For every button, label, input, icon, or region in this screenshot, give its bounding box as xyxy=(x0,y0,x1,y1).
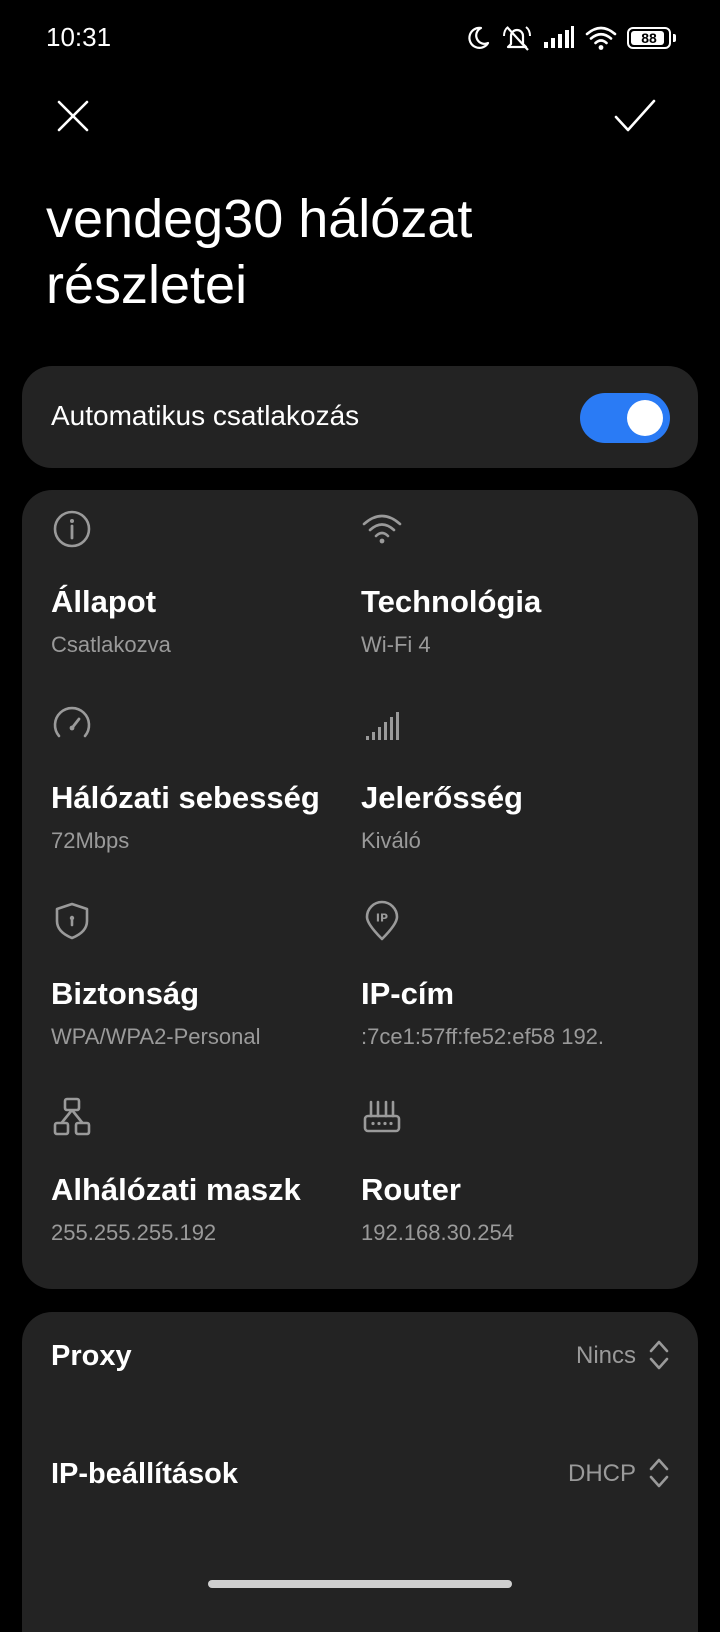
detail-value: WPA/WPA2-Personal xyxy=(51,1024,261,1049)
shield-icon xyxy=(51,900,93,942)
detail-label: Router xyxy=(361,1172,461,1207)
battery-icon: 88 xyxy=(627,27,671,49)
detail-value: 72Mbps xyxy=(51,828,130,853)
detail-label: Alhálózati maszk xyxy=(51,1172,301,1207)
check-icon xyxy=(614,99,656,138)
detail-value: Wi-Fi 4 xyxy=(361,632,431,657)
page-title: vendeg30 hálózat részletei xyxy=(46,189,473,315)
ip-settings-label: IP-beállítások xyxy=(51,1458,238,1490)
info-icon xyxy=(51,508,93,550)
proxy-value: Nincs xyxy=(575,1342,636,1369)
chevron-updown-icon xyxy=(648,1338,670,1372)
network-details-card: Állapot Csatlakozva Technológia Wi-Fi 4 … xyxy=(22,490,698,1289)
detail-label: Jelerősség xyxy=(361,780,523,815)
detail-value: Csatlakozva xyxy=(51,632,171,657)
network-tree-icon xyxy=(51,1096,93,1138)
battery-nub xyxy=(673,34,676,42)
close-button[interactable] xyxy=(50,95,96,141)
confirm-button[interactable] xyxy=(610,95,660,141)
speedometer-icon xyxy=(51,704,93,746)
wifi-icon xyxy=(585,25,617,51)
proxy-setting[interactable]: Proxy Nincs xyxy=(22,1310,698,1410)
proxy-label: Proxy xyxy=(51,1340,132,1372)
silent-icon xyxy=(501,24,533,52)
signal-strength-icon xyxy=(361,704,403,746)
auto-connect-toggle[interactable] xyxy=(580,393,670,443)
home-indicator[interactable] xyxy=(208,1580,512,1588)
status-time: 10:31 xyxy=(46,22,112,52)
battery-level: 88 xyxy=(641,30,657,46)
detail-label: Biztonság xyxy=(51,976,200,1011)
ip-location-icon: IP xyxy=(361,900,403,942)
close-icon xyxy=(57,100,89,137)
detail-label: Állapot xyxy=(51,584,157,619)
toggle-knob xyxy=(627,400,663,436)
detail-value: 192.168.30.254 xyxy=(361,1220,514,1245)
detail-value: :7ce1:57ff:fe52:ef58 192. xyxy=(361,1024,605,1049)
ip-settings-value: DHCP xyxy=(567,1460,636,1487)
detail-label: Hálózati sebesség xyxy=(51,780,320,815)
moon-icon xyxy=(465,25,491,51)
auto-connect-card: Automatikus csatlakozás xyxy=(22,366,698,468)
status-bar: 10:31 88 xyxy=(0,0,720,80)
detail-label: Technológia xyxy=(361,584,542,619)
wifi-icon xyxy=(361,508,403,550)
detail-value: Kiváló xyxy=(361,828,421,853)
detail-value: 255.255.255.192 xyxy=(51,1220,217,1245)
router-icon xyxy=(361,1096,403,1138)
ip-settings-setting[interactable]: IP-beállítások DHCP xyxy=(22,1428,698,1528)
chevron-updown-icon xyxy=(648,1456,670,1490)
status-icons: 88 xyxy=(465,22,676,54)
svg-text:IP: IP xyxy=(376,912,388,925)
detail-label: IP-cím xyxy=(361,976,455,1011)
cellular-signal-icon xyxy=(543,26,575,50)
auto-connect-label: Automatikus csatlakozás xyxy=(51,400,360,431)
